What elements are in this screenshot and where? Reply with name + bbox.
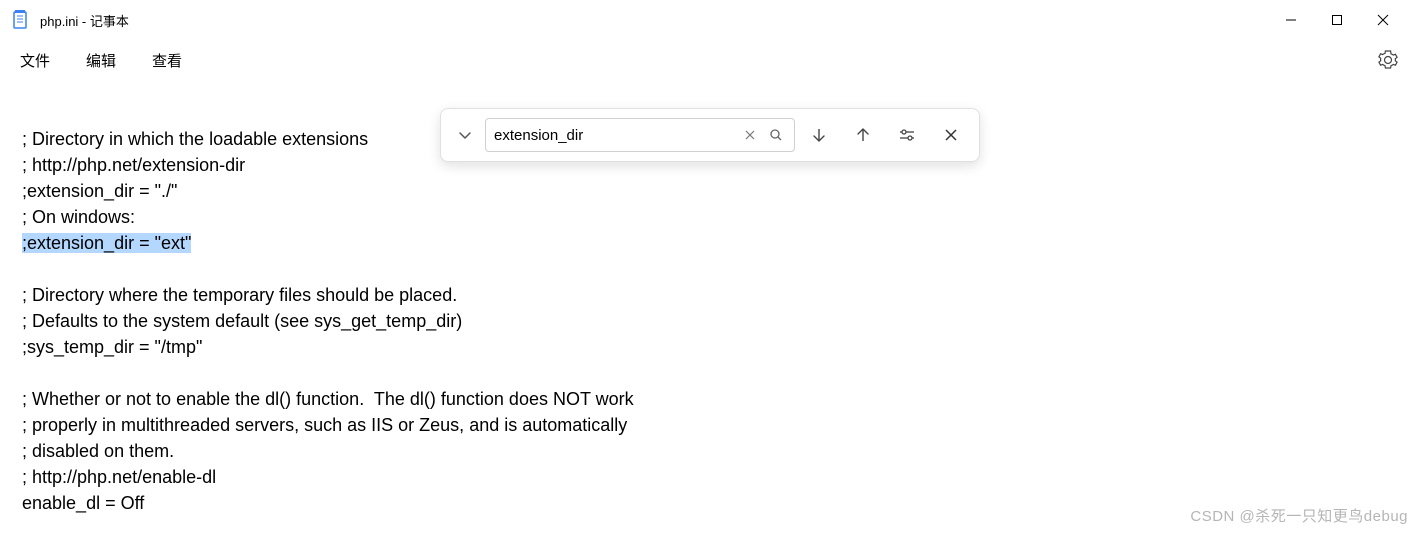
- window-title: php.ini - 记事本: [40, 11, 1268, 30]
- find-search-button[interactable]: [766, 125, 786, 145]
- watermark: CSDN @杀死一只知更鸟debug: [1190, 505, 1408, 526]
- find-options-button[interactable]: [887, 115, 927, 155]
- editor-line: ; Directory where the temporary files sh…: [22, 285, 457, 305]
- editor-line: ; http://php.net/extension-dir: [22, 155, 245, 175]
- close-icon: [944, 128, 958, 142]
- settings-button[interactable]: [1378, 50, 1398, 70]
- notepad-icon: [12, 10, 28, 30]
- find-prev-button[interactable]: [843, 115, 883, 155]
- find-next-button[interactable]: [799, 115, 839, 155]
- editor-line: ; Defaults to the system default (see sy…: [22, 311, 462, 331]
- chevron-down-icon: [458, 128, 472, 142]
- editor-line: ; Whether or not to enable the dl() func…: [22, 389, 634, 409]
- close-icon: [744, 129, 756, 141]
- editor-line: ;extension_dir = "./": [22, 181, 177, 201]
- close-button[interactable]: [1360, 4, 1406, 36]
- editor-line: ; disabled on them.: [22, 441, 174, 461]
- window-controls: [1268, 4, 1406, 36]
- editor-line: ; Directory in which the loadable extens…: [22, 129, 368, 149]
- find-close-button[interactable]: [931, 115, 971, 155]
- find-input[interactable]: [494, 127, 734, 144]
- search-icon: [769, 128, 783, 142]
- maximize-button[interactable]: [1314, 4, 1360, 36]
- editor-line: ; On windows:: [22, 207, 135, 227]
- editor-line: ;sys_temp_dir = "/tmp": [22, 337, 202, 357]
- titlebar: php.ini - 记事本: [0, 0, 1418, 40]
- menu-view[interactable]: 查看: [152, 50, 182, 71]
- find-expand-button[interactable]: [449, 119, 481, 151]
- menu-file[interactable]: 文件: [20, 50, 50, 71]
- menubar: 文件 编辑 查看: [0, 40, 1418, 80]
- sliders-icon: [898, 126, 916, 144]
- editor-line: ; http://php.net/enable-dl: [22, 467, 216, 487]
- gear-icon: [1378, 50, 1398, 70]
- editor-line-highlighted: ;extension_dir = "ext": [22, 233, 191, 253]
- find-bar: [440, 108, 980, 162]
- arrow-down-icon: [811, 127, 827, 143]
- arrow-up-icon: [855, 127, 871, 143]
- editor-line: enable_dl = Off: [22, 493, 144, 513]
- menu-edit[interactable]: 编辑: [86, 50, 116, 71]
- find-input-wrap: [485, 118, 795, 152]
- editor-line: ; properly in multithreaded servers, suc…: [22, 415, 627, 435]
- find-clear-button[interactable]: [740, 125, 760, 145]
- minimize-button[interactable]: [1268, 4, 1314, 36]
